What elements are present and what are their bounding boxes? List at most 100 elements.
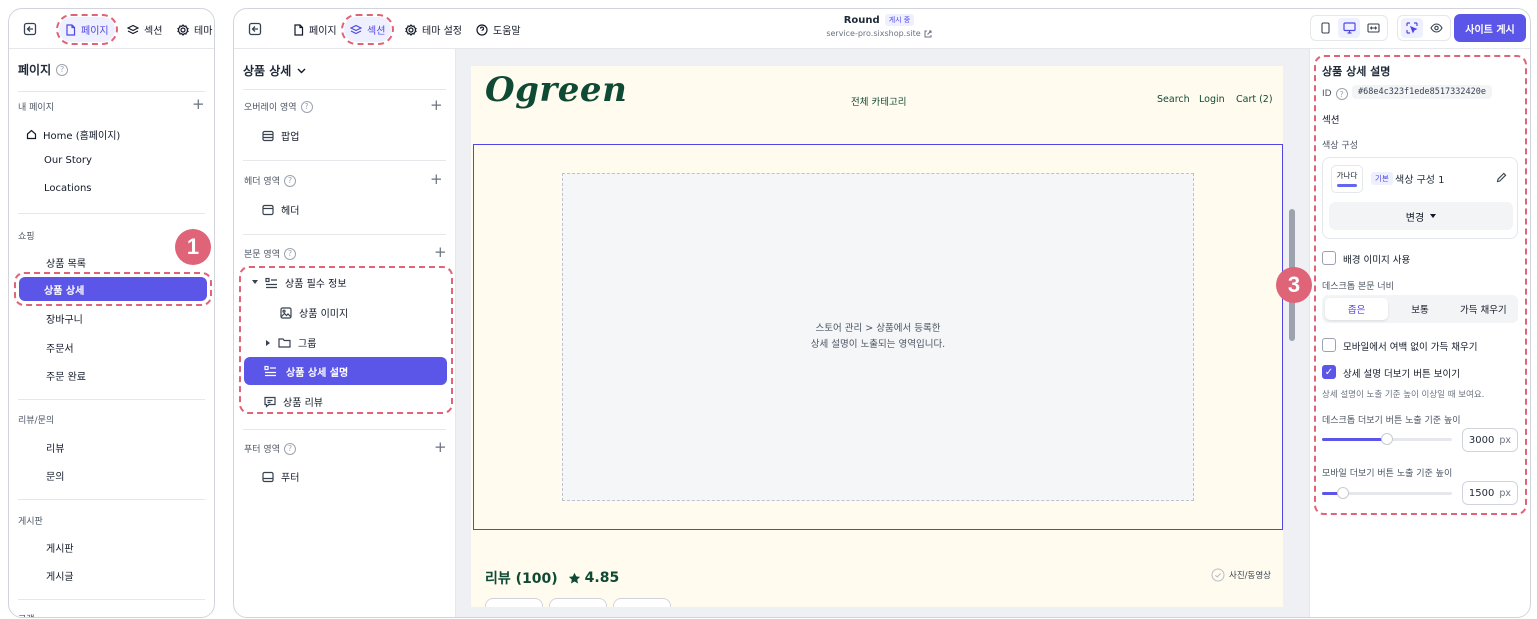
divider (243, 160, 446, 161)
select-cursor-icon[interactable] (1401, 18, 1423, 38)
section-item-footer[interactable]: 푸터 (262, 469, 299, 484)
section-item-product-image[interactable]: 상품 이미지 (280, 305, 348, 320)
area-label-footer: 푸터 영역 ? (244, 442, 296, 455)
star-icon (568, 572, 581, 585)
header-layout-icon (262, 204, 274, 216)
list-icon (264, 365, 277, 377)
tab-help[interactable]: 도움말 (470, 17, 527, 42)
add-body-icon[interactable]: + (434, 245, 447, 260)
review-filter-pill[interactable] (485, 598, 543, 607)
mobile-view-icon[interactable] (1314, 18, 1336, 38)
external-link-icon[interactable] (924, 30, 932, 38)
page-item-product-list[interactable]: 상품 목록 (46, 255, 86, 270)
step-badge-1: 1 (175, 229, 211, 265)
section-page-selector[interactable]: 상품 상세 (243, 62, 306, 79)
caret-down-icon (1430, 214, 1437, 218)
selected-section-frame[interactable]: 스토어 관리 > 상품에서 등록한 상세 설명이 노출되는 영역입니다. (473, 144, 1283, 530)
width-option-full[interactable]: 가득 채우기 (1452, 298, 1515, 320)
rating-value: 4.85 (584, 570, 620, 586)
mobile-threshold-slider[interactable] (1322, 487, 1452, 499)
mobile-fill-label: 모바일에서 여백 없이 가득 채우기 (1343, 342, 1478, 353)
nav-all-categories[interactable]: 전체 카테고리 (851, 94, 906, 108)
page-item-our-story[interactable]: Our Story (44, 155, 92, 166)
area-label-header: 헤더 영역 ? (244, 174, 296, 187)
add-header-icon[interactable]: + (430, 172, 443, 187)
nav-login[interactable]: Login (1199, 94, 1225, 105)
exit-icon[interactable] (23, 22, 37, 36)
page-icon (65, 23, 76, 36)
image-icon (280, 306, 292, 319)
site-logo[interactable]: Ogreen (485, 70, 627, 110)
check-circle-icon (1211, 568, 1225, 582)
section-id[interactable]: #68e4c323f1ede8517332420e (1352, 85, 1492, 99)
page-item-inquiry[interactable]: 문의 (46, 468, 64, 483)
page-item-review[interactable]: 리뷰 (46, 440, 64, 455)
add-page-icon[interactable]: + (192, 97, 205, 112)
help-icon[interactable]: ? (283, 247, 296, 260)
review-filter-pill[interactable] (549, 598, 607, 607)
help-icon[interactable]: ? (300, 100, 313, 113)
site-info: Round 게시 중 service-pro.sixshop.site (814, 14, 944, 38)
tab-theme[interactable]: 테마 (171, 17, 214, 42)
change-color-button[interactable]: 변경 (1329, 202, 1513, 230)
popup-icon (262, 130, 274, 142)
editor-panel: 페이지 섹션 테마 설정 도움말 Round 게시 중 service-pro.… (233, 8, 1531, 618)
tab-sections[interactable]: 섹션 (340, 14, 395, 45)
review-heading: 리뷰 (100) 4.85 (485, 570, 620, 587)
page-item-product-detail[interactable]: 상품 상세 (19, 277, 207, 301)
desktop-view-icon[interactable] (1338, 18, 1360, 38)
page-item-locations[interactable]: Locations (44, 183, 92, 194)
exit-icon[interactable] (248, 22, 262, 36)
tab-sections[interactable]: 섹션 (121, 17, 168, 42)
page-item-cart[interactable]: 장바구니 (46, 311, 83, 326)
page-item-post[interactable]: 게시글 (46, 568, 74, 583)
section-item-product-detail-description[interactable]: 상품 상세 설명 (244, 357, 447, 385)
comment-icon (264, 396, 276, 408)
home-icon (26, 129, 37, 140)
bg-image-checkbox[interactable] (1322, 251, 1336, 265)
add-overlay-icon[interactable]: + (430, 98, 443, 113)
photo-filter[interactable]: 사진/동영상 (1211, 568, 1271, 582)
site-url[interactable]: service-pro.sixshop.site (826, 29, 920, 38)
section-item-product-review[interactable]: 상품 리뷰 (264, 394, 323, 409)
slider-thumb[interactable] (1336, 487, 1349, 499)
eye-icon[interactable] (1425, 18, 1447, 38)
section-item-header[interactable]: 헤더 (262, 202, 299, 217)
mobile-threshold-input[interactable]: 1500 px (1462, 481, 1518, 505)
help-icon[interactable]: ? (283, 174, 296, 187)
pencil-icon[interactable] (1496, 172, 1507, 183)
desktop-threshold-input[interactable]: 3000 px (1462, 428, 1518, 452)
publish-button[interactable]: 사이트 게시 (1454, 14, 1526, 42)
page-item-order-form[interactable]: 주문서 (46, 340, 74, 355)
section-item-group[interactable]: 그룹 (266, 335, 316, 350)
area-label-overlay: 오버레이 영역 ? (244, 100, 313, 113)
width-option-narrow[interactable]: 좁은 (1325, 298, 1389, 320)
swatch-accent-bar (1337, 184, 1357, 187)
caret-down-icon (252, 280, 258, 285)
tab-pages[interactable]: 페이지 (56, 14, 118, 45)
mobile-fill-checkbox[interactable] (1322, 338, 1336, 352)
page-item-board[interactable]: 게시판 (46, 540, 74, 555)
nav-search[interactable]: Search (1157, 94, 1190, 105)
section-item-product-required-info[interactable]: 상품 필수 정보 (252, 275, 347, 290)
page-item-home[interactable]: Home (홈페이지) (26, 127, 120, 142)
fit-width-icon[interactable] (1362, 18, 1384, 38)
divider (18, 213, 205, 214)
folder-icon (278, 337, 291, 348)
nav-cart[interactable]: Cart (2) (1236, 94, 1273, 105)
tab-theme-settings[interactable]: 테마 설정 (399, 17, 468, 42)
help-icon[interactable]: ? (1335, 88, 1348, 100)
width-option-normal[interactable]: 보통 (1388, 298, 1451, 320)
desktop-threshold-slider[interactable] (1322, 433, 1452, 445)
section-item-popup[interactable]: 팝업 (262, 128, 299, 143)
help-icon[interactable]: ? (283, 442, 296, 455)
tab-pages[interactable]: 페이지 (287, 17, 343, 42)
slider-thumb[interactable] (1381, 433, 1393, 445)
show-more-checkbox[interactable]: ✓ (1322, 365, 1336, 379)
add-footer-icon[interactable]: + (434, 440, 447, 455)
preview-toggle (1397, 15, 1451, 41)
help-icon[interactable]: ? (56, 63, 69, 76)
review-filter-pill[interactable] (613, 598, 671, 607)
page-item-order-complete[interactable]: 주문 완료 (46, 368, 86, 383)
group-label-reviews: 리뷰/문의 (18, 416, 55, 426)
